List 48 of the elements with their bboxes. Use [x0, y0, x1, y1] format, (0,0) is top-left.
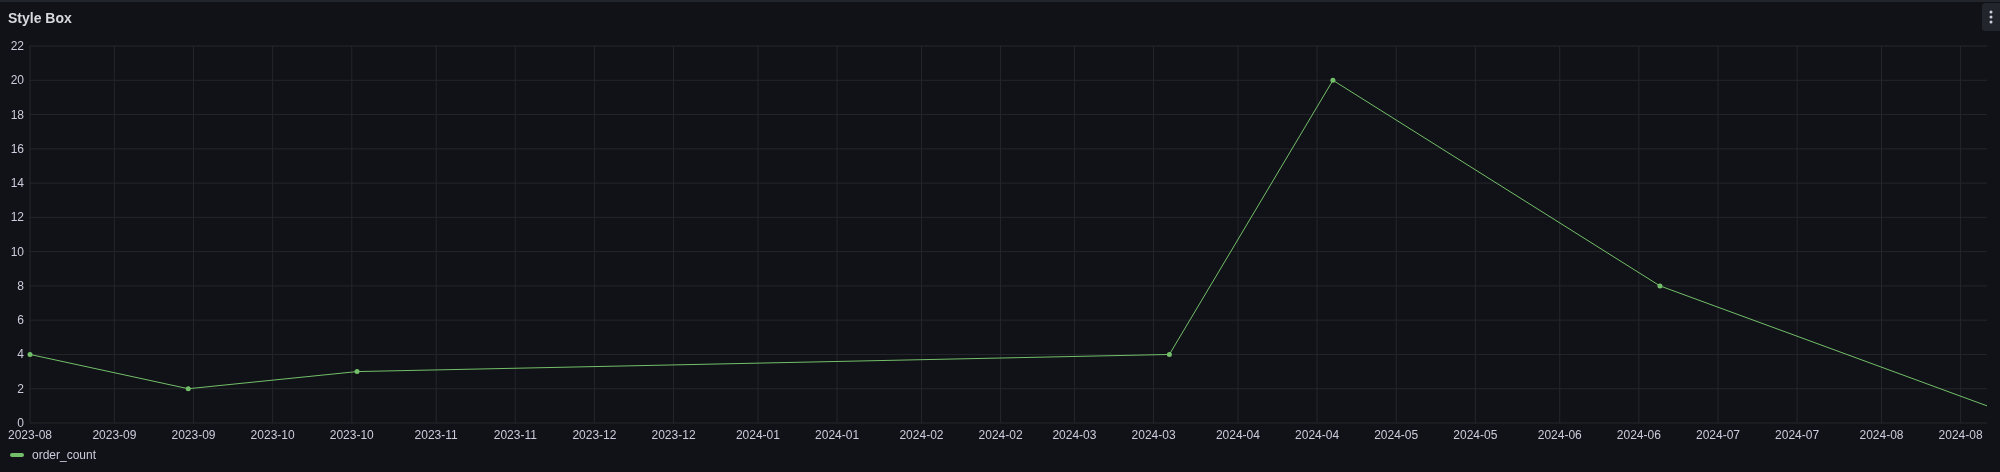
x-axis-label: 2024-08: [1938, 428, 1983, 442]
x-axis-label: 2024-01: [735, 428, 780, 442]
x-axis-label: 2023-12: [572, 428, 617, 442]
menu-button[interactable]: [1982, 3, 2000, 31]
y-axis-label: 2: [17, 381, 24, 396]
data-point: [185, 386, 191, 392]
x-axis-label: 2024-04: [1295, 428, 1340, 442]
x-axis-label: 2024-04: [1215, 428, 1260, 442]
data-point: [1330, 77, 1336, 83]
x-axis-label: 2024-02: [978, 428, 1023, 442]
x-axis-label: 2024-03: [1131, 428, 1176, 442]
data-point: [1657, 283, 1663, 289]
x-axis-label: 2023-11: [414, 428, 458, 442]
x-axis-label: 2024-05: [1374, 428, 1419, 442]
y-axis-label: 8: [17, 278, 24, 293]
x-axis-label: 2023-10: [329, 428, 374, 442]
y-axis-label: 14: [10, 176, 24, 191]
y-axis-label: 0: [17, 416, 24, 430]
x-axis-label: 2023-11: [493, 428, 537, 442]
kebab-menu-icon: [1989, 10, 1993, 24]
x-axis-label: 2024-06: [1616, 428, 1661, 442]
x-axis-label: 2023-12: [651, 428, 696, 442]
y-axis-label: 22: [10, 39, 24, 53]
y-axis-label: 4: [17, 347, 24, 362]
y-axis-label: 6: [17, 313, 24, 328]
data-point: [354, 369, 360, 375]
legend-label: order_count: [32, 448, 97, 462]
x-axis-label: 2023-09: [171, 428, 216, 442]
y-axis-label: 18: [10, 107, 24, 122]
x-axis-label: 2023-08: [8, 428, 52, 442]
x-axis-label: 2024-08: [1859, 428, 1904, 442]
x-axis-label: 2024-06: [1537, 428, 1582, 442]
x-axis-label: 2024-07: [1775, 428, 1820, 442]
legend-item[interactable]: order_count: [10, 448, 97, 462]
x-axis-label: 2024-02: [899, 428, 944, 442]
x-axis-label: 2024-05: [1453, 428, 1498, 442]
data-point: [27, 351, 33, 357]
x-axis-label: 2024-03: [1052, 428, 1097, 442]
y-axis-label: 12: [10, 210, 24, 225]
y-axis-label: 20: [10, 73, 24, 88]
data-point: [1166, 351, 1172, 357]
x-axis-label: 2024-07: [1695, 428, 1740, 442]
x-axis-label: 2023-09: [92, 428, 137, 442]
panel-title: Style Box: [7, 9, 72, 26]
y-axis-label: 10: [10, 244, 24, 259]
x-axis-label: 2023-10: [250, 428, 295, 442]
x-axis-label: 2024-01: [815, 428, 860, 442]
y-axis-label: 16: [10, 141, 24, 156]
